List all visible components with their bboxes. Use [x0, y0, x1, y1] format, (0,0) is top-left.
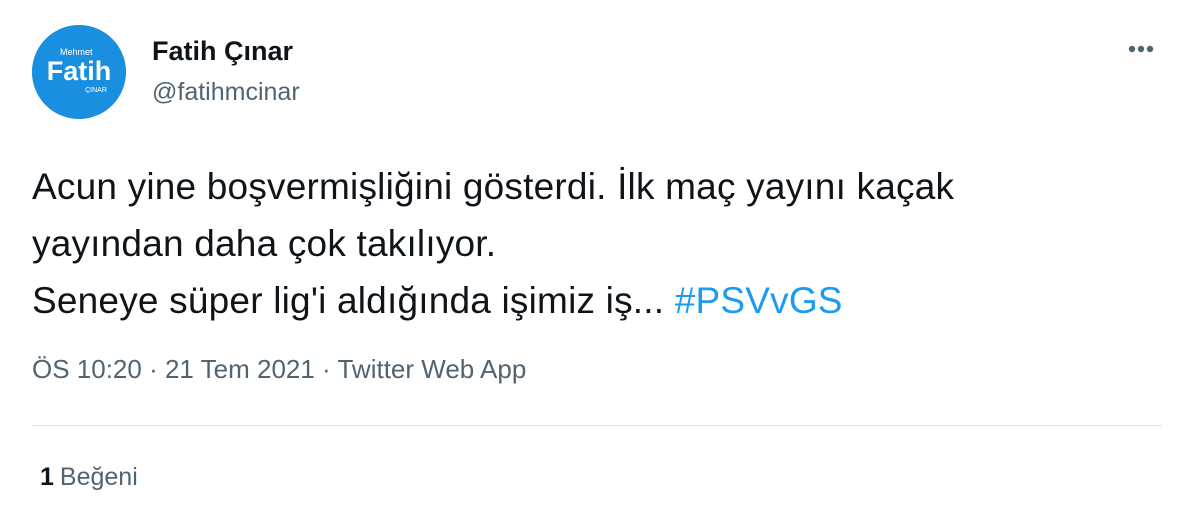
- tweet-text: Acun yine boşvermişliğini gösterdi. İlk …: [32, 158, 1172, 329]
- likes-label: Beğeni: [59, 463, 138, 491]
- meta-separator: ·: [314, 354, 338, 384]
- divider: [32, 425, 1162, 426]
- tweet-time[interactable]: ÖS 10:20: [32, 354, 142, 384]
- tweet-date[interactable]: 21 Tem 2021: [165, 354, 315, 384]
- hashtag-link[interactable]: #PSVvGS: [675, 280, 843, 321]
- avatar-main-text: Fatih: [47, 56, 112, 86]
- tweet-meta: ÖS 10:20 · 21 Tem 2021 · Twitter Web App: [32, 354, 526, 385]
- meta-separator: ·: [141, 354, 165, 384]
- avatar-logo: Mehmet Fatih ÇINAR: [32, 25, 126, 119]
- more-horizontal-icon: [1128, 45, 1154, 53]
- avatar-bottom-text: ÇINAR: [85, 87, 107, 94]
- more-options-button[interactable]: [1118, 34, 1164, 64]
- tweet-source[interactable]: Twitter Web App: [337, 354, 526, 384]
- tweet-text-line: yayından daha çok takılıyor.: [32, 223, 497, 264]
- user-handle[interactable]: @fatihmcinar: [152, 78, 300, 107]
- tweet-card: Mehmet Fatih ÇINAR Fatih Çınar @fatihmci…: [0, 0, 1200, 525]
- likes-stat[interactable]: 1 Beğeni: [40, 463, 138, 492]
- tweet-text-line: Acun yine boşvermişliğini gösterdi. İlk …: [32, 166, 955, 207]
- likes-count: 1: [40, 463, 54, 491]
- tweet-text-line: Seneye süper lig'i aldığında işimiz iş..…: [32, 272, 1172, 329]
- avatar[interactable]: Mehmet Fatih ÇINAR: [32, 25, 126, 119]
- tweet-text-line-content: Seneye süper lig'i aldığında işimiz iş..…: [32, 280, 675, 321]
- display-name[interactable]: Fatih Çınar: [152, 36, 293, 67]
